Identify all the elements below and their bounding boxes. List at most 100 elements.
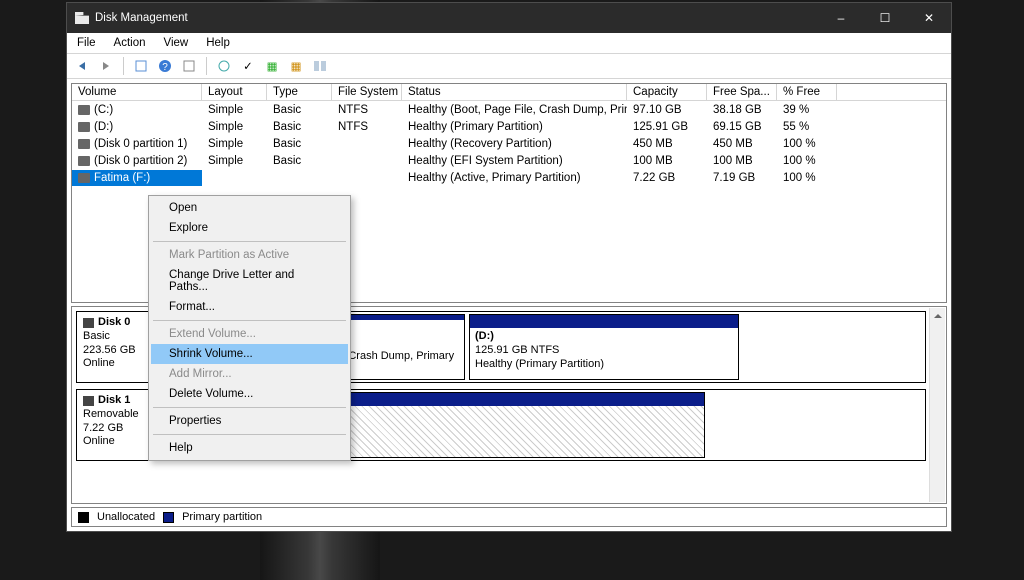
drive-icon	[78, 173, 90, 183]
refresh-icon[interactable]	[132, 57, 150, 75]
volume-name: (Disk 0 partition 2)	[94, 155, 187, 167]
volume-type: Basic	[267, 119, 332, 135]
action-icon[interactable]: ✓	[239, 57, 257, 75]
maximize-button[interactable]: ☐	[863, 3, 907, 33]
col-layout[interactable]: Layout	[202, 84, 267, 100]
volume-layout: Simple	[202, 102, 267, 118]
volume-name: (C:)	[94, 104, 113, 116]
volume-name: (Disk 0 partition 1)	[94, 138, 187, 150]
toolbar: ? ✓ ▦ ▦	[67, 54, 951, 79]
svg-text:?: ?	[162, 62, 168, 73]
back-icon[interactable]	[73, 57, 91, 75]
volume-fs	[332, 142, 402, 146]
volume-status: Healthy (EFI System Partition)	[402, 153, 627, 169]
menu-help[interactable]: Help	[204, 35, 232, 51]
volume-type: Basic	[267, 136, 332, 152]
volume-capacity: 100 MB	[627, 153, 707, 169]
col-type[interactable]: Type	[267, 84, 332, 100]
help-icon[interactable]: ?	[156, 57, 174, 75]
volume-fs	[332, 176, 402, 180]
volume-name: (D:)	[94, 121, 113, 133]
window-controls: – ☐ ✕	[819, 3, 951, 33]
add-icon[interactable]: ▦	[263, 57, 281, 75]
cm-help[interactable]: Help	[151, 438, 348, 458]
volume-layout: Simple	[202, 153, 267, 169]
properties-icon[interactable]	[180, 57, 198, 75]
volume-freespace: 7.19 GB	[707, 170, 777, 186]
col-freespace[interactable]: Free Spa...	[707, 84, 777, 100]
drive-icon	[78, 139, 90, 149]
volume-fs: NTFS	[332, 119, 402, 135]
titlebar[interactable]: Disk Management – ☐ ✕	[67, 3, 951, 33]
legend-unallocated: Unallocated	[97, 511, 155, 523]
drive-icon	[78, 156, 90, 166]
close-button[interactable]: ✕	[907, 3, 951, 33]
volume-row[interactable]: (Disk 0 partition 1) SimpleBasic Healthy (…	[72, 135, 946, 152]
volume-status: Healthy (Active, Primary Partition)	[402, 170, 627, 186]
menu-action[interactable]: Action	[112, 35, 148, 51]
volume-freespace: 38.18 GB	[707, 102, 777, 118]
cm-extend: Extend Volume...	[151, 324, 348, 344]
minimize-button[interactable]: –	[819, 3, 863, 33]
cm-explore[interactable]: Explore	[151, 218, 348, 238]
volume-row[interactable]: (Disk 0 partition 2) SimpleBasic Healthy (…	[72, 152, 946, 169]
legend: Unallocated Primary partition	[71, 507, 947, 527]
volume-type	[267, 176, 332, 180]
cm-properties[interactable]: Properties	[151, 411, 348, 431]
volume-layout: Simple	[202, 119, 267, 135]
legend-primary: Primary partition	[182, 511, 262, 523]
scrollbar[interactable]	[929, 308, 945, 502]
volume-header: Volume Layout Type File System Status Ca…	[72, 84, 946, 101]
volume-row[interactable]: (C:)SimpleBasicNTFSHealthy (Boot, Page F…	[72, 101, 946, 118]
volume-capacity: 125.91 GB	[627, 119, 707, 135]
legend-swatch-primary	[163, 512, 174, 523]
disk-icon	[75, 12, 89, 24]
volume-freespace: 100 MB	[707, 153, 777, 169]
menu-view[interactable]: View	[162, 35, 191, 51]
volume-freespace: 69.15 GB	[707, 119, 777, 135]
volume-capacity: 97.10 GB	[627, 102, 707, 118]
volume-layout	[202, 176, 267, 180]
menu-file[interactable]: File	[75, 35, 98, 51]
rescan-icon[interactable]	[215, 57, 233, 75]
cm-mirror: Add Mirror...	[151, 364, 348, 384]
col-status[interactable]: Status	[402, 84, 627, 100]
volume-pctfree: 100 %	[777, 153, 837, 169]
disk-icon	[83, 318, 94, 328]
menubar[interactable]: File Action View Help	[67, 33, 951, 54]
context-menu[interactable]: Open Explore Mark Partition as Active Ch…	[148, 195, 351, 461]
col-volume[interactable]: Volume	[72, 84, 202, 100]
volume-row[interactable]: (D:) SimpleBasicNTFSHealthy (Primary Part…	[72, 118, 946, 135]
volume-row[interactable]: Fatima (F:) Healthy (Active, Primary Part…	[72, 169, 946, 186]
col-pctfree[interactable]: % Free	[777, 84, 837, 100]
volume-type: Basic	[267, 153, 332, 169]
volume-fs	[332, 159, 402, 163]
legend-swatch-unallocated	[78, 512, 89, 523]
volume-status: Healthy (Primary Partition)	[402, 119, 627, 135]
cm-shrink[interactable]: Shrink Volume...	[151, 344, 348, 364]
cm-format[interactable]: Format...	[151, 297, 348, 317]
volume-pctfree: 100 %	[777, 136, 837, 152]
volume-capacity: 450 MB	[627, 136, 707, 152]
volume-status: Healthy (Recovery Partition)	[402, 136, 627, 152]
volume-name: Fatima (F:)	[94, 172, 150, 184]
delete-icon[interactable]: ▦	[287, 57, 305, 75]
cm-open[interactable]: Open	[151, 198, 348, 218]
partition[interactable]: (D:)125.91 GB NTFSHealthy (Primary Parti…	[469, 314, 739, 380]
cm-delete[interactable]: Delete Volume...	[151, 384, 348, 404]
cm-change-letter[interactable]: Change Drive Letter and Paths...	[151, 265, 348, 297]
cm-mark-active: Mark Partition as Active	[151, 245, 348, 265]
volume-pctfree: 100 %	[777, 170, 837, 186]
disk-icon	[83, 396, 94, 406]
forward-icon[interactable]	[97, 57, 115, 75]
volume-fs: NTFS	[332, 102, 402, 118]
volume-pctfree: 39 %	[777, 102, 837, 118]
layout-icon[interactable]	[311, 57, 329, 75]
volume-layout: Simple	[202, 136, 267, 152]
col-capacity[interactable]: Capacity	[627, 84, 707, 100]
drive-icon	[78, 122, 90, 132]
drive-icon	[78, 105, 90, 115]
col-fs[interactable]: File System	[332, 84, 402, 100]
window-title: Disk Management	[95, 12, 188, 24]
volume-type: Basic	[267, 102, 332, 118]
